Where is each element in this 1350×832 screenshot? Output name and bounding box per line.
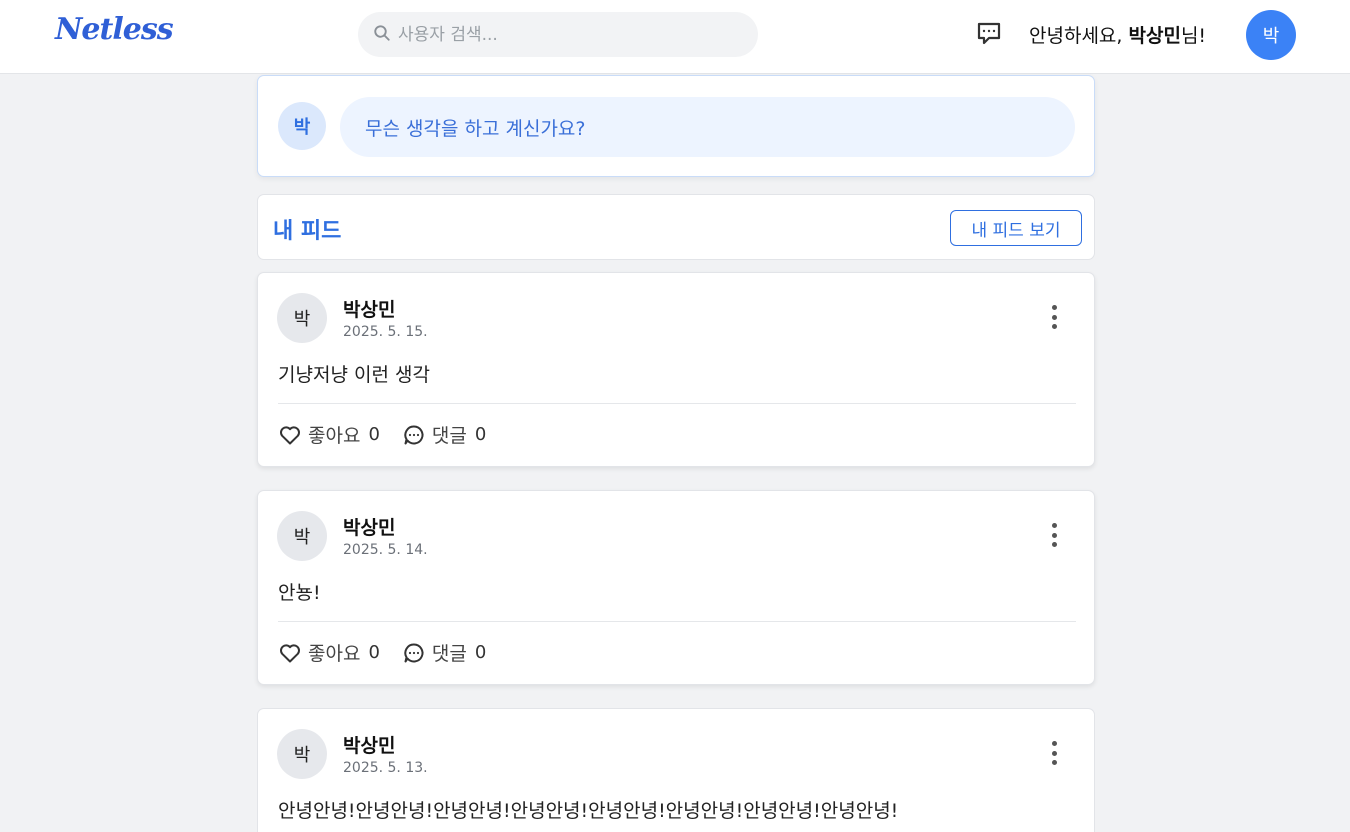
post-actions: 좋아요 0 댓글 0 — [278, 421, 508, 448]
comment-icon — [404, 642, 424, 662]
composer-prompt-button[interactable]: 무슨 생각을 하고 계신가요? — [340, 97, 1075, 157]
heart-icon — [280, 643, 300, 662]
top-header: Netless 안녕하세요, 박상민님! 박 — [0, 0, 1350, 74]
search-input[interactable] — [398, 24, 738, 45]
comment-label: 댓글 — [431, 643, 467, 665]
post-divider — [278, 403, 1076, 404]
search-bar[interactable] — [358, 12, 758, 57]
profile-avatar[interactable]: 박 — [1246, 10, 1296, 60]
post-content: 안뇽! — [278, 582, 321, 604]
post-more-options-button[interactable] — [1042, 739, 1066, 767]
post-author-name[interactable]: 박상민 — [343, 731, 395, 758]
post-composer: 박 무슨 생각을 하고 계신가요? — [257, 75, 1095, 177]
greeting-user-name: 박상민 — [1128, 25, 1181, 47]
heart-icon — [280, 425, 300, 444]
kebab-dot — [1051, 542, 1057, 547]
post-actions: 좋아요 0 댓글 0 — [278, 639, 508, 666]
comment-label: 댓글 — [431, 425, 467, 447]
like-count: 0 — [368, 424, 380, 445]
post-divider — [278, 621, 1076, 622]
like-label: 좋아요 — [308, 643, 361, 665]
app-logo[interactable]: Netless — [55, 12, 174, 47]
kebab-dot — [1051, 305, 1057, 310]
like-button[interactable]: 좋아요 0 — [278, 421, 380, 448]
post-content: 안녕안녕!안녕안녕!안녕안녕!안녕안녕!안녕안녕!안녕안녕!안녕안녕!안녕안녕! — [278, 800, 899, 822]
post-author-name[interactable]: 박상민 — [343, 295, 395, 322]
comment-count: 0 — [474, 424, 487, 445]
comment-button[interactable]: 댓글 0 — [402, 639, 486, 666]
kebab-dot — [1051, 523, 1057, 528]
feed-header: 내 피드 내 피드 보기 — [257, 194, 1095, 260]
kebab-dot — [1051, 324, 1057, 329]
chat-icon — [975, 19, 1003, 51]
comment-button[interactable]: 댓글 0 — [402, 421, 486, 448]
post-date: 2025. 5. 14. — [343, 542, 428, 558]
comment-count: 0 — [474, 642, 487, 663]
post-author-avatar[interactable]: 박 — [277, 511, 327, 561]
greeting-prefix: 안녕하세요, — [1029, 25, 1129, 47]
kebab-dot — [1051, 750, 1057, 756]
greeting-suffix: 님! — [1180, 25, 1207, 47]
post-author-avatar[interactable]: 박 — [277, 729, 327, 779]
kebab-dot — [1051, 532, 1057, 538]
kebab-dot — [1051, 760, 1057, 765]
like-label: 좋아요 — [308, 425, 361, 447]
kebab-dot — [1051, 314, 1057, 320]
post-more-options-button[interactable] — [1042, 303, 1066, 331]
view-my-feed-button[interactable]: 내 피드 보기 — [950, 210, 1082, 246]
feed-post: 박 박상민 2025. 5. 13. 안녕안녕!안녕안녕!안녕안녕!안녕안녕!안… — [257, 708, 1095, 832]
post-more-options-button[interactable] — [1042, 521, 1066, 549]
feed-title: 내 피드 — [273, 219, 342, 244]
post-content: 기냥저냥 이런 생각 — [278, 364, 430, 386]
messages-button[interactable] — [974, 20, 1004, 50]
post-date: 2025. 5. 13. — [343, 760, 428, 776]
feed-post: 박 박상민 2025. 5. 15. 기냥저냥 이런 생각 좋아요 0 댓글 0 — [257, 272, 1095, 467]
user-greeting: 안녕하세요, 박상민님! — [1029, 21, 1206, 48]
feed-post: 박 박상민 2025. 5. 14. 안뇽! 좋아요 0 댓글 0 — [257, 490, 1095, 685]
kebab-dot — [1051, 741, 1057, 746]
post-author-name[interactable]: 박상민 — [343, 513, 395, 540]
composer-avatar: 박 — [278, 102, 326, 150]
search-icon — [373, 24, 391, 46]
post-author-avatar[interactable]: 박 — [277, 293, 327, 343]
post-date: 2025. 5. 15. — [343, 324, 428, 340]
like-count: 0 — [368, 642, 380, 663]
like-button[interactable]: 좋아요 0 — [278, 639, 380, 666]
comment-icon — [404, 424, 424, 444]
